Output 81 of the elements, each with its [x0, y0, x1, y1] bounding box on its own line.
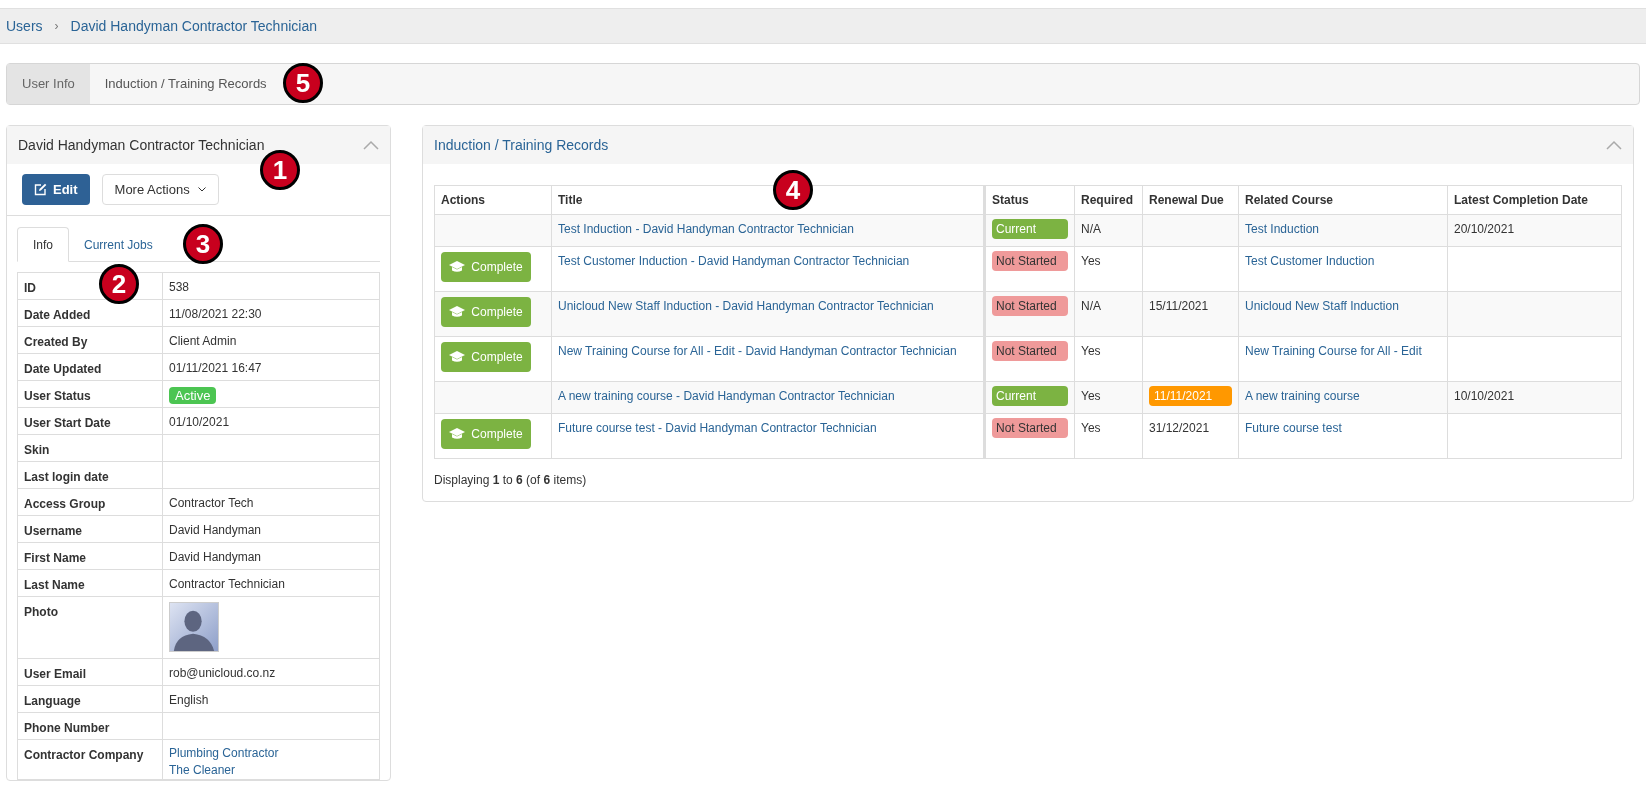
annotation-marker: 2	[99, 264, 139, 304]
more-actions-button[interactable]: More Actions	[101, 174, 219, 205]
field-label: First Name	[17, 542, 163, 570]
field-label: Last login date	[17, 461, 163, 489]
breadcrumb-separator: ›	[54, 18, 59, 35]
avatar-silhouette	[169, 602, 219, 652]
field-label: Skin	[17, 434, 163, 462]
field-value: Contractor Technician	[169, 577, 285, 591]
breadcrumb-link[interactable]: David Handyman Contractor Technician	[70, 15, 317, 37]
required-value: N/A	[1081, 222, 1101, 236]
field-value: David Handyman	[169, 550, 262, 564]
annotation-marker: 5	[283, 63, 323, 103]
required-value: Yes	[1081, 344, 1101, 358]
status-badge: Not Started	[992, 418, 1068, 438]
field-label: Username	[17, 515, 163, 543]
edit-icon	[34, 183, 47, 196]
required-value: Yes	[1081, 421, 1101, 435]
company-link[interactable]: The Cleaner	[169, 762, 373, 779]
graduation-cap-icon	[449, 428, 466, 440]
course-link[interactable]: Test Induction	[1245, 222, 1320, 236]
renewal-date: 31/12/2021	[1149, 420, 1210, 437]
column-header: Latest Completion Date	[1447, 185, 1622, 215]
status-badge: Not Started	[992, 341, 1068, 361]
annotation-marker: 3	[183, 224, 223, 264]
page-tab[interactable]: Induction / Training Records	[89, 64, 282, 104]
field-label: Contractor Company	[17, 739, 163, 780]
renewal-date-badge: 11/11/2021	[1149, 386, 1232, 406]
field-value: 11/08/2021 22:30	[169, 307, 262, 321]
status-badge: Current	[992, 219, 1068, 239]
annotation-marker: 1	[260, 150, 300, 190]
field-label: Language	[17, 685, 163, 713]
field-value: Client Admin	[169, 334, 237, 348]
field-value: 538	[169, 280, 190, 294]
field-label: Date Added	[17, 299, 163, 327]
edit-button[interactable]: Edit	[22, 174, 90, 205]
collapse-icon[interactable]	[363, 140, 379, 150]
pagination-summary: Displaying 1 to 6 (of 6 items)	[434, 472, 588, 489]
field-value: David Handyman	[169, 523, 262, 537]
column-header: Actions	[434, 185, 552, 215]
status-badge: Active	[169, 387, 217, 404]
course-link[interactable]: Test Customer Induction	[1245, 254, 1375, 268]
graduation-cap-icon	[449, 261, 466, 273]
annotation-marker: 4	[773, 170, 813, 210]
field-label: User Status	[17, 380, 163, 408]
completion-date: 10/10/2021	[1454, 389, 1515, 403]
field-label: Access Group	[17, 488, 163, 516]
panel-tab[interactable]: Info	[17, 227, 69, 262]
renewal-date: 15/11/2021	[1149, 298, 1209, 315]
column-header: Required	[1074, 185, 1143, 215]
status-badge: Not Started	[992, 251, 1068, 271]
field-label: Photo	[17, 596, 163, 659]
collapse-icon[interactable]	[1606, 140, 1622, 150]
completion-date: 20/10/2021	[1454, 222, 1515, 236]
course-link[interactable]: Future course test	[1245, 421, 1342, 435]
required-value: Yes	[1081, 254, 1101, 268]
breadcrumb-link[interactable]: Users	[6, 15, 43, 37]
panel-tab[interactable]: Current Jobs	[69, 227, 168, 262]
field-value: 01/11/2021 16:47	[169, 361, 262, 375]
company-link[interactable]: Plumbing Contractor	[169, 745, 373, 762]
caret-icon	[197, 187, 206, 192]
graduation-cap-icon	[449, 351, 466, 363]
field-label: Created By	[17, 326, 163, 354]
field-value: Contractor Tech	[169, 496, 254, 510]
field-value: 01/10/2021	[169, 415, 230, 429]
status-badge: Current	[992, 386, 1068, 406]
field-label: User Start Date	[17, 407, 163, 435]
column-header: Related Course	[1238, 185, 1448, 215]
column-header: Renewal Due	[1142, 185, 1239, 215]
column-header: Status	[984, 185, 1075, 215]
page-tab[interactable]: User Info	[7, 64, 90, 104]
field-label: Last Name	[17, 569, 163, 597]
field-value: rob@unicloud.co.nz	[169, 666, 276, 680]
field-label: Date Updated	[17, 353, 163, 381]
panel-title: Induction / Training Records	[434, 135, 609, 155]
field-label: User Email	[17, 658, 163, 686]
field-label: Phone Number	[17, 712, 163, 740]
required-value: N/A	[1081, 299, 1101, 313]
status-badge: Not Started	[992, 296, 1068, 316]
field-value: English	[169, 693, 209, 707]
required-value: Yes	[1081, 389, 1101, 403]
graduation-cap-icon	[449, 306, 466, 318]
